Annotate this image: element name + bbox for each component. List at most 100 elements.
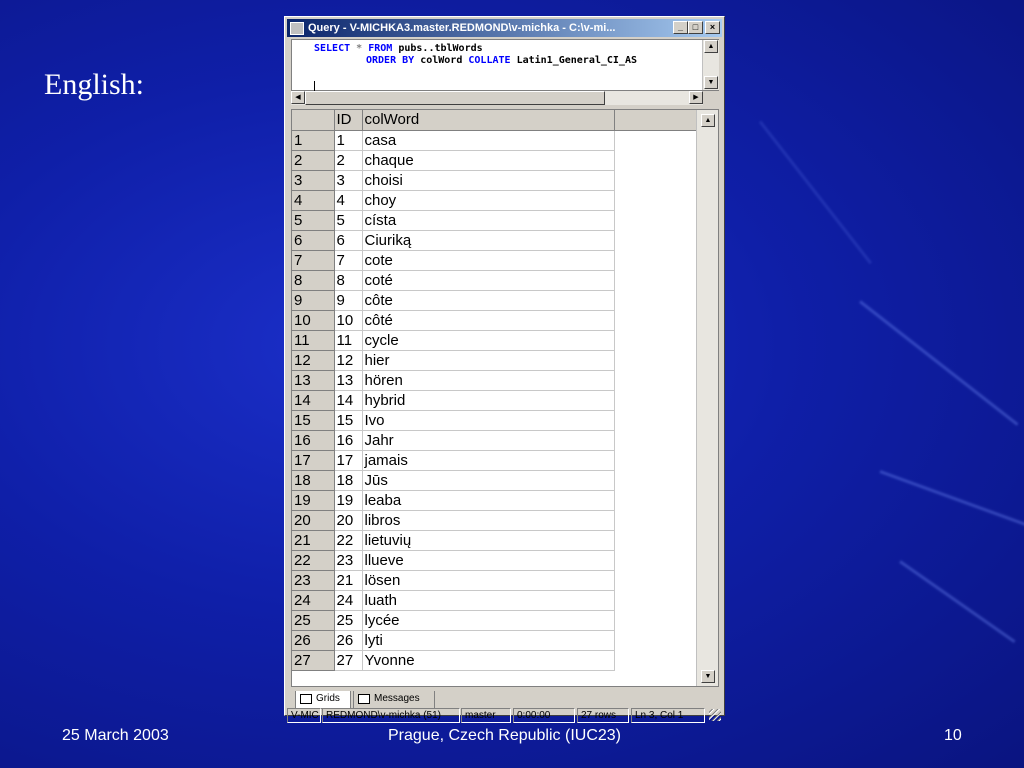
- table-row[interactable]: 26 26 lyti: [292, 629, 696, 651]
- id-cell[interactable]: 22: [334, 530, 363, 551]
- row-number-cell[interactable]: 18: [292, 469, 335, 491]
- id-cell[interactable]: 27: [334, 650, 363, 671]
- row-number-cell[interactable]: 25: [292, 609, 335, 631]
- table-row[interactable]: 6 6 Ciuriką: [292, 229, 696, 251]
- colword-cell[interactable]: Jahr: [362, 430, 615, 451]
- scroll-down-arrow-icon[interactable]: ▼: [701, 670, 715, 683]
- id-cell[interactable]: 15: [334, 410, 363, 431]
- colword-cell[interactable]: Jūs: [362, 470, 615, 491]
- id-cell[interactable]: 21: [334, 570, 363, 591]
- table-row[interactable]: 4 4 choy: [292, 189, 696, 211]
- row-number-cell[interactable]: 20: [292, 509, 335, 531]
- query-editor[interactable]: SELECT * FROM pubs..tblWords ORDER BY co…: [291, 39, 719, 93]
- colword-cell[interactable]: luath: [362, 590, 615, 611]
- table-row[interactable]: 7 7 cote: [292, 249, 696, 271]
- row-number-cell[interactable]: 1: [292, 129, 335, 151]
- table-row[interactable]: 14 14 hybrid: [292, 389, 696, 411]
- table-row[interactable]: 3 3 choisi: [292, 169, 696, 191]
- table-row[interactable]: 13 13 hören: [292, 369, 696, 391]
- table-row[interactable]: 24 24 luath: [292, 589, 696, 611]
- colword-cell[interactable]: lösen: [362, 570, 615, 591]
- scroll-down-arrow-icon[interactable]: ▼: [704, 76, 718, 89]
- colword-cell[interactable]: Ciuriką: [362, 230, 615, 251]
- table-row[interactable]: 1 1 casa: [292, 129, 696, 151]
- row-number-cell[interactable]: 13: [292, 369, 335, 391]
- colword-cell[interactable]: hören: [362, 370, 615, 391]
- id-cell[interactable]: 1: [334, 130, 363, 151]
- resize-grip-icon[interactable]: [709, 709, 721, 721]
- table-row[interactable]: 22 23 llueve: [292, 549, 696, 571]
- colword-cell[interactable]: choy: [362, 190, 615, 211]
- id-cell[interactable]: 10: [334, 310, 363, 331]
- table-row[interactable]: 19 19 leaba: [292, 489, 696, 511]
- editor-horizontal-scrollbar[interactable]: ◀ ▶: [291, 91, 703, 105]
- id-cell[interactable]: 13: [334, 370, 363, 391]
- window-titlebar[interactable]: Query - V-MICHKA3.master.REDMOND\v-michk…: [287, 19, 722, 37]
- colword-cell[interactable]: choisi: [362, 170, 615, 191]
- grid-vertical-scrollbar[interactable]: ▲ ▼: [696, 110, 718, 686]
- corner-cell[interactable]: [292, 110, 335, 131]
- table-row[interactable]: 15 15 Ivo: [292, 409, 696, 431]
- table-row[interactable]: 21 22 lietuvių: [292, 529, 696, 551]
- colword-cell[interactable]: casa: [362, 130, 615, 151]
- id-cell[interactable]: 17: [334, 450, 363, 471]
- colword-cell[interactable]: coté: [362, 270, 615, 291]
- id-cell[interactable]: 11: [334, 330, 363, 351]
- id-cell[interactable]: 5: [334, 210, 363, 231]
- colword-cell[interactable]: lyti: [362, 630, 615, 651]
- row-number-cell[interactable]: 16: [292, 429, 335, 451]
- scroll-right-arrow-icon[interactable]: ▶: [689, 91, 703, 104]
- id-cell[interactable]: 20: [334, 510, 363, 531]
- colword-cell[interactable]: jamais: [362, 450, 615, 471]
- row-number-cell[interactable]: 8: [292, 269, 335, 291]
- row-number-cell[interactable]: 19: [292, 489, 335, 511]
- id-cell[interactable]: 26: [334, 630, 363, 651]
- row-number-cell[interactable]: 7: [292, 249, 335, 271]
- row-number-cell[interactable]: 10: [292, 309, 335, 331]
- id-cell[interactable]: 25: [334, 610, 363, 631]
- scroll-left-arrow-icon[interactable]: ◀: [291, 91, 305, 104]
- colword-cell[interactable]: cycle: [362, 330, 615, 351]
- table-row[interactable]: 27 27 Yvonne: [292, 649, 696, 671]
- row-number-cell[interactable]: 5: [292, 209, 335, 231]
- row-number-cell[interactable]: 23: [292, 569, 335, 591]
- colword-cell[interactable]: císta: [362, 210, 615, 231]
- column-header-colword[interactable]: colWord: [362, 110, 615, 131]
- colword-cell[interactable]: hybrid: [362, 390, 615, 411]
- id-cell[interactable]: 19: [334, 490, 363, 511]
- row-number-cell[interactable]: 2: [292, 149, 335, 171]
- id-cell[interactable]: 7: [334, 250, 363, 271]
- colword-cell[interactable]: chaque: [362, 150, 615, 171]
- row-number-cell[interactable]: 27: [292, 649, 335, 671]
- row-number-cell[interactable]: 6: [292, 229, 335, 251]
- id-cell[interactable]: 3: [334, 170, 363, 191]
- maximize-button[interactable]: □: [688, 21, 703, 34]
- colword-cell[interactable]: leaba: [362, 490, 615, 511]
- minimize-button[interactable]: _: [673, 21, 688, 34]
- row-number-cell[interactable]: 4: [292, 189, 335, 211]
- colword-cell[interactable]: côte: [362, 290, 615, 311]
- id-cell[interactable]: 2: [334, 150, 363, 171]
- row-number-cell[interactable]: 15: [292, 409, 335, 431]
- close-button[interactable]: ×: [705, 21, 720, 34]
- id-cell[interactable]: 12: [334, 350, 363, 371]
- row-number-cell[interactable]: 14: [292, 389, 335, 411]
- colword-cell[interactable]: lietuvių: [362, 530, 615, 551]
- table-row[interactable]: 20 20 libros: [292, 509, 696, 531]
- table-row[interactable]: 25 25 lycée: [292, 609, 696, 631]
- id-cell[interactable]: 16: [334, 430, 363, 451]
- id-cell[interactable]: 18: [334, 470, 363, 491]
- row-number-cell[interactable]: 24: [292, 589, 335, 611]
- colword-cell[interactable]: Ivo: [362, 410, 615, 431]
- table-row[interactable]: 18 18 Jūs: [292, 469, 696, 491]
- scroll-up-arrow-icon[interactable]: ▲: [704, 40, 718, 53]
- colword-cell[interactable]: libros: [362, 510, 615, 531]
- table-row[interactable]: 12 12 hier: [292, 349, 696, 371]
- colword-cell[interactable]: Yvonne: [362, 650, 615, 671]
- table-row[interactable]: 23 21 lösen: [292, 569, 696, 591]
- colword-cell[interactable]: lycée: [362, 610, 615, 631]
- table-row[interactable]: 2 2 chaque: [292, 149, 696, 171]
- id-cell[interactable]: 9: [334, 290, 363, 311]
- row-number-cell[interactable]: 12: [292, 349, 335, 371]
- id-cell[interactable]: 4: [334, 190, 363, 211]
